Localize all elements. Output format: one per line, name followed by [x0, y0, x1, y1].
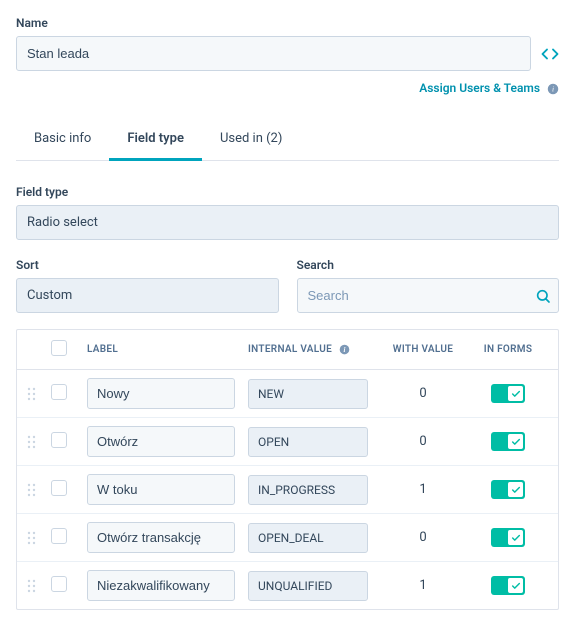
option-with-value: 1 — [378, 482, 468, 497]
tab-basic-info[interactable]: Basic info — [16, 121, 109, 161]
sort-select[interactable]: Custom — [16, 278, 279, 313]
option-label-input[interactable] — [87, 474, 235, 505]
option-label-input[interactable] — [87, 522, 235, 553]
name-input[interactable] — [16, 36, 531, 71]
svg-text:i: i — [552, 84, 554, 93]
search-label: Search — [297, 258, 560, 272]
row-checkbox[interactable] — [51, 528, 67, 544]
option-with-value: 0 — [378, 434, 468, 449]
drag-handle-icon[interactable] — [27, 579, 51, 593]
row-checkbox[interactable] — [51, 576, 67, 592]
option-with-value: 0 — [378, 386, 468, 401]
svg-text:i: i — [344, 347, 346, 354]
in-forms-toggle[interactable] — [491, 576, 525, 595]
table-header: LABEL INTERNAL VALUE i WITH VALUE IN FOR… — [17, 330, 558, 370]
option-internal-value[interactable]: OPEN — [248, 427, 368, 457]
assign-users-link[interactable]: Assign Users & Teams — [419, 81, 540, 95]
row-checkbox[interactable] — [51, 432, 67, 448]
drag-handle-icon[interactable] — [27, 387, 51, 401]
tabs: Basic info Field type Used in (2) — [16, 121, 559, 161]
in-forms-toggle[interactable] — [491, 528, 525, 547]
drag-handle-icon[interactable] — [27, 483, 51, 497]
search-icon[interactable] — [535, 288, 551, 304]
option-label-input[interactable] — [87, 378, 235, 409]
row-checkbox[interactable] — [51, 480, 67, 496]
option-internal-value[interactable]: UNQUALIFIED — [248, 571, 368, 601]
table-row: UNQUALIFIED 1 — [17, 562, 558, 609]
drag-handle-icon[interactable] — [27, 531, 51, 545]
in-forms-toggle[interactable] — [491, 432, 525, 451]
col-in-forms: IN FORMS — [468, 344, 548, 355]
tab-field-type[interactable]: Field type — [109, 121, 202, 161]
in-forms-toggle[interactable] — [491, 384, 525, 403]
table-row: OPEN_DEAL 0 — [17, 514, 558, 562]
option-with-value: 0 — [378, 530, 468, 545]
sort-label: Sort — [16, 258, 279, 272]
select-all-checkbox[interactable] — [51, 340, 67, 356]
tab-used-in[interactable]: Used in (2) — [202, 121, 300, 161]
options-table: LABEL INTERNAL VALUE i WITH VALUE IN FOR… — [16, 329, 559, 610]
toggle-knob — [508, 530, 523, 545]
col-internal: INTERNAL VALUE i — [248, 344, 378, 355]
field-type-select[interactable]: Radio select — [16, 205, 559, 240]
col-with-value: WITH VALUE — [378, 344, 468, 355]
option-internal-value[interactable]: OPEN_DEAL — [248, 523, 368, 553]
info-icon: i — [547, 83, 559, 95]
in-forms-toggle[interactable] — [491, 480, 525, 499]
toggle-knob — [508, 482, 523, 497]
table-row: OPEN 0 — [17, 418, 558, 466]
option-internal-value[interactable]: NEW — [248, 379, 368, 409]
col-label: LABEL — [87, 344, 248, 355]
option-with-value: 1 — [378, 578, 468, 593]
table-row: NEW 0 — [17, 370, 558, 418]
code-icon[interactable] — [541, 45, 559, 63]
option-internal-value[interactable]: IN_PROGRESS — [248, 475, 368, 505]
info-icon: i — [339, 344, 350, 355]
field-type-label: Field type — [16, 185, 559, 199]
drag-handle-icon[interactable] — [27, 435, 51, 449]
toggle-knob — [508, 386, 523, 401]
toggle-knob — [508, 434, 523, 449]
toggle-knob — [508, 578, 523, 593]
option-label-input[interactable] — [87, 426, 235, 457]
option-label-input[interactable] — [87, 570, 235, 601]
search-input[interactable] — [297, 278, 560, 313]
table-row: IN_PROGRESS 1 — [17, 466, 558, 514]
row-checkbox[interactable] — [51, 384, 67, 400]
name-label: Name — [16, 16, 559, 30]
